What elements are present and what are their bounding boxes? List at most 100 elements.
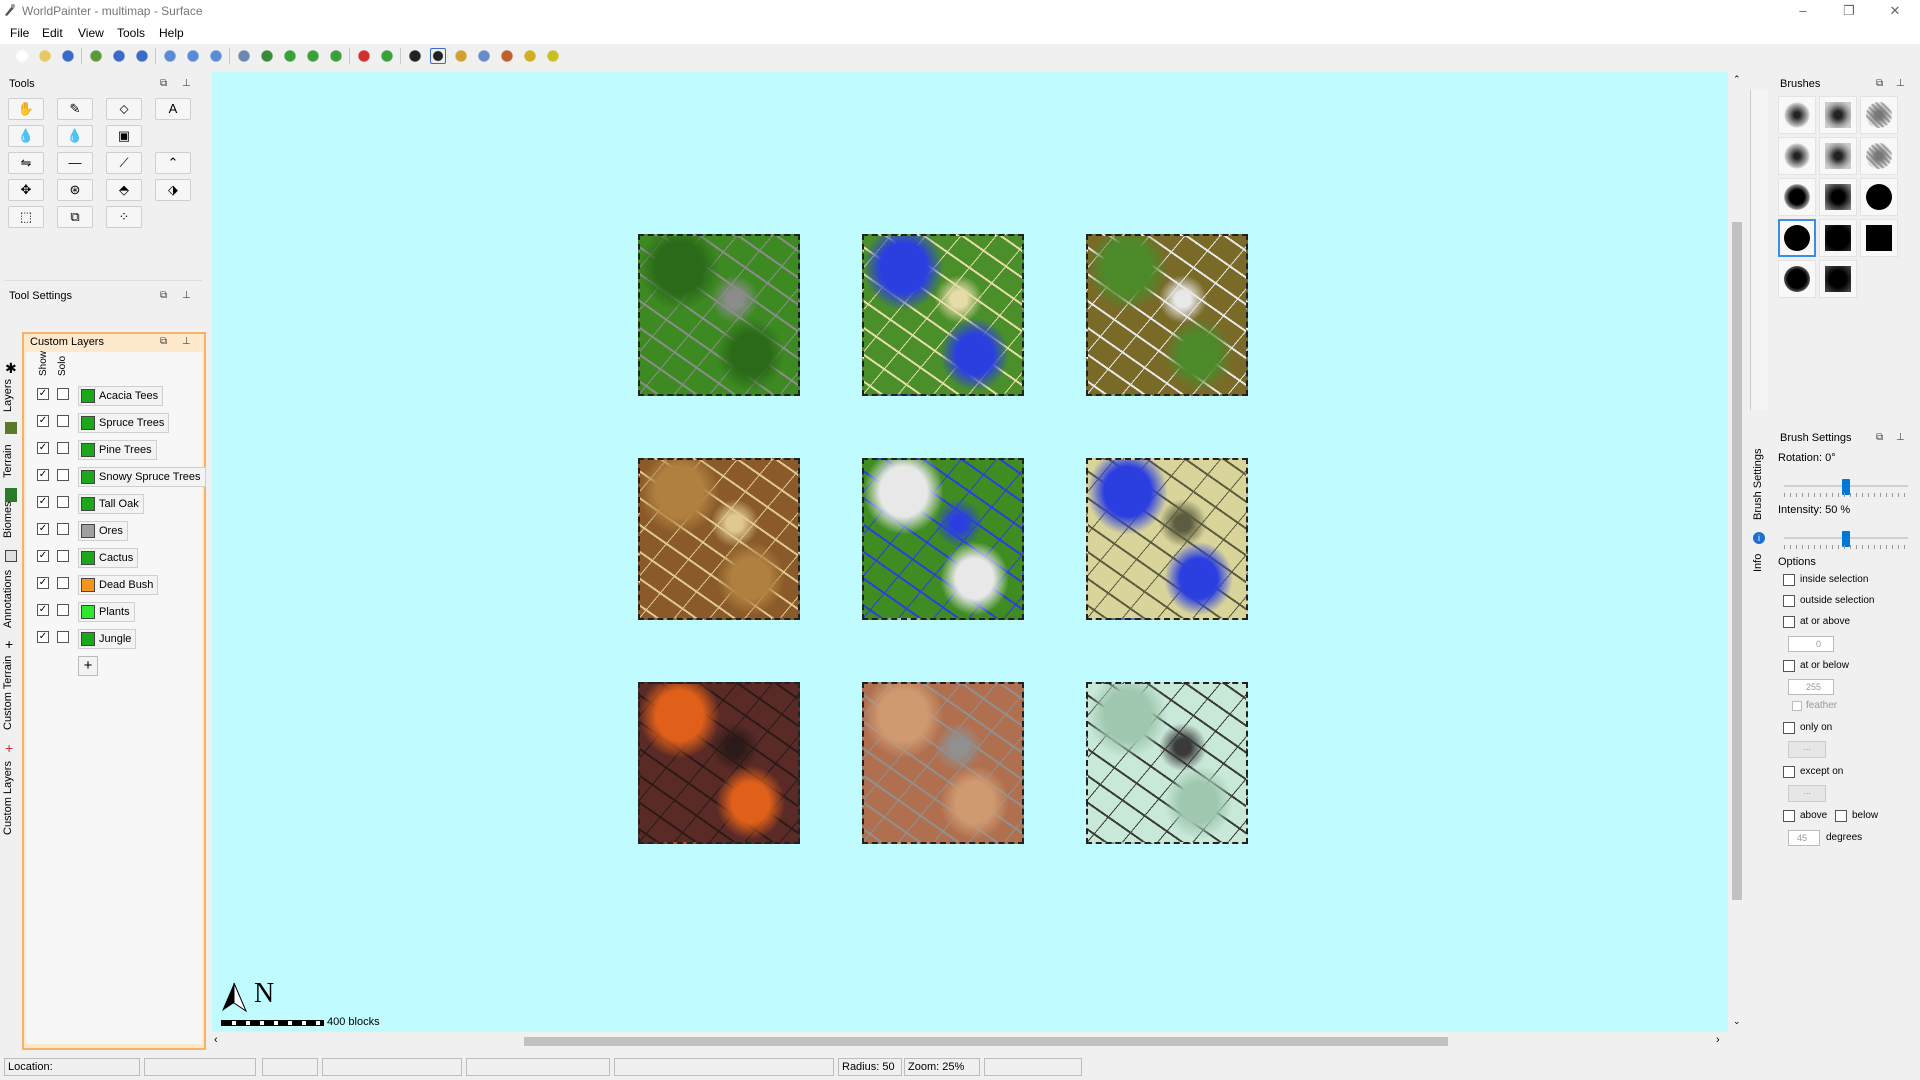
view-3d-icon[interactable] — [356, 48, 372, 64]
layer-show-checkbox[interactable]: ✓ — [37, 469, 49, 481]
tool-settings-pin-icon[interactable]: ⊥ — [182, 290, 191, 301]
layer-show-checkbox[interactable]: ✓ — [37, 388, 49, 400]
menu-file[interactable]: File — [10, 26, 29, 40]
at-or-below-checkbox[interactable] — [1783, 660, 1795, 672]
brush-option[interactable] — [1819, 260, 1857, 298]
restore-button[interactable]: ❐ — [1826, 0, 1872, 22]
menu-tools[interactable]: Tools — [117, 26, 145, 40]
tool-button-2-0[interactable]: ⇋ — [8, 152, 44, 174]
menu-edit[interactable]: Edit — [42, 26, 63, 40]
save-icon[interactable] — [60, 48, 76, 64]
tool-button-1-0[interactable]: 💧 — [8, 125, 44, 147]
redo-icon[interactable] — [134, 48, 150, 64]
layer-solo-checkbox[interactable] — [57, 523, 69, 535]
layer-solo-checkbox[interactable] — [57, 604, 69, 616]
layer-button[interactable]: Dead Bush — [78, 575, 159, 595]
open-icon[interactable] — [37, 48, 53, 64]
brush-option[interactable] — [1860, 137, 1898, 175]
layer-button[interactable]: Ores — [78, 521, 128, 541]
tab-terrain[interactable]: Terrain — [2, 444, 14, 478]
brush-option[interactable] — [1778, 219, 1816, 257]
brushes-float-icon[interactable]: ⧉ — [1876, 78, 1883, 89]
scroll-left-icon[interactable]: ‹ — [214, 1034, 218, 1046]
tool-settings-float-icon[interactable]: ⧉ — [160, 290, 167, 301]
tool-button-3-0[interactable]: ✥ — [8, 179, 44, 201]
layer-solo-checkbox[interactable] — [57, 496, 69, 508]
tool-button-1-1[interactable]: 💧 — [57, 125, 93, 147]
brush-option[interactable] — [1860, 178, 1898, 216]
map-tile[interactable] — [862, 458, 1024, 620]
only-on-picker-button[interactable]: ... — [1788, 741, 1826, 758]
brush-option[interactable] — [1778, 178, 1816, 216]
at-or-above-spinner[interactable]: 0 — [1788, 636, 1834, 652]
rotation-slider[interactable] — [1784, 479, 1908, 497]
tool-button-4-1[interactable]: ⧉ — [57, 206, 93, 228]
brush-option[interactable] — [1778, 137, 1816, 175]
brush-option[interactable] — [1860, 96, 1898, 134]
brush-settings-float-icon[interactable]: ⧉ — [1876, 432, 1883, 443]
feather-checkbox[interactable] — [1792, 701, 1802, 711]
layer-solo-checkbox[interactable] — [57, 631, 69, 643]
map-horizontal-scrollbar[interactable]: ‹ › — [212, 1032, 1728, 1050]
layer-solo-checkbox[interactable] — [57, 577, 69, 589]
layer-solo-checkbox[interactable] — [57, 415, 69, 427]
layer-button[interactable]: Acacia Tees — [78, 386, 164, 406]
new-icon[interactable] — [14, 48, 30, 64]
vertical-scroll-thumb[interactable] — [1732, 222, 1742, 900]
tab-biomes[interactable]: Biomes — [2, 501, 14, 538]
fit-icon[interactable] — [379, 48, 395, 64]
tab-layers[interactable]: Layers — [2, 379, 14, 412]
tools-panel-float-icon[interactable]: ⧉ — [160, 78, 167, 89]
tool-button-0-3[interactable]: A — [155, 98, 191, 120]
tool-button-0-2[interactable]: ⬦ — [106, 98, 142, 120]
scroll-up-icon[interactable]: ⌃ — [1733, 74, 1741, 85]
image-icon[interactable] — [453, 48, 469, 64]
map-tile[interactable] — [862, 234, 1024, 396]
layer-show-checkbox[interactable]: ✓ — [37, 631, 49, 643]
layer-show-checkbox[interactable]: ✓ — [37, 523, 49, 535]
inside-selection-checkbox[interactable] — [1783, 574, 1795, 586]
map-tile[interactable] — [638, 458, 800, 620]
undo-icon[interactable] — [111, 48, 127, 64]
tool-button-3-3[interactable]: ⬗ — [155, 179, 191, 201]
scroll-down-icon[interactable]: ⌄ — [1733, 1016, 1741, 1027]
tool-button-0-0[interactable]: ✋ — [8, 98, 44, 120]
layer-solo-checkbox[interactable] — [57, 469, 69, 481]
at-or-below-spinner[interactable]: 255 — [1788, 679, 1834, 695]
add-layer-button[interactable]: + — [78, 656, 98, 676]
layer-button[interactable]: Pine Trees — [78, 440, 157, 460]
shift-icon[interactable] — [305, 48, 321, 64]
intensity-slider[interactable] — [1784, 531, 1908, 549]
map-tile[interactable] — [1086, 458, 1248, 620]
tool-button-4-0[interactable]: ⬚ — [8, 206, 44, 228]
tool-button-2-2[interactable]: ⟋ — [106, 152, 142, 174]
crosshair-icon[interactable] — [407, 48, 423, 64]
brushes-pin-icon[interactable]: ⊥ — [1896, 78, 1905, 89]
map-view[interactable]: N 400 blocks — [212, 72, 1728, 1032]
brush-category-tabs[interactable] — [1750, 90, 1768, 410]
map-tile[interactable] — [1086, 682, 1248, 844]
ball-icon[interactable] — [545, 48, 561, 64]
layer-show-checkbox[interactable]: ✓ — [37, 550, 49, 562]
layer-button[interactable]: Spruce Trees — [78, 413, 170, 433]
layer-show-checkbox[interactable]: ✓ — [37, 604, 49, 616]
custom-layers-pin-icon[interactable]: ⊥ — [182, 336, 191, 347]
rotate-icon[interactable] — [282, 48, 298, 64]
map-tile[interactable] — [1086, 234, 1248, 396]
raise-icon[interactable] — [259, 48, 275, 64]
horizontal-scroll-thumb[interactable] — [524, 1037, 1448, 1046]
menu-view[interactable]: View — [78, 26, 104, 40]
brush-option[interactable] — [1819, 96, 1857, 134]
layer-button[interactable]: Tall Oak — [78, 494, 144, 514]
menu-help[interactable]: Help — [159, 26, 184, 40]
zoom-in-icon[interactable] — [162, 48, 178, 64]
outside-selection-checkbox[interactable] — [1783, 595, 1795, 607]
at-or-above-checkbox[interactable] — [1783, 616, 1795, 628]
above-checkbox[interactable] — [1783, 810, 1795, 822]
degrees-spinner[interactable]: 45 — [1788, 830, 1820, 846]
layer-button[interactable]: Jungle — [78, 629, 137, 649]
minimize-button[interactable]: – — [1780, 0, 1826, 22]
layer-show-checkbox[interactable]: ✓ — [37, 496, 49, 508]
tool-button-0-1[interactable]: ✎ — [57, 98, 93, 120]
tab-info[interactable]: Info — [1752, 554, 1764, 572]
